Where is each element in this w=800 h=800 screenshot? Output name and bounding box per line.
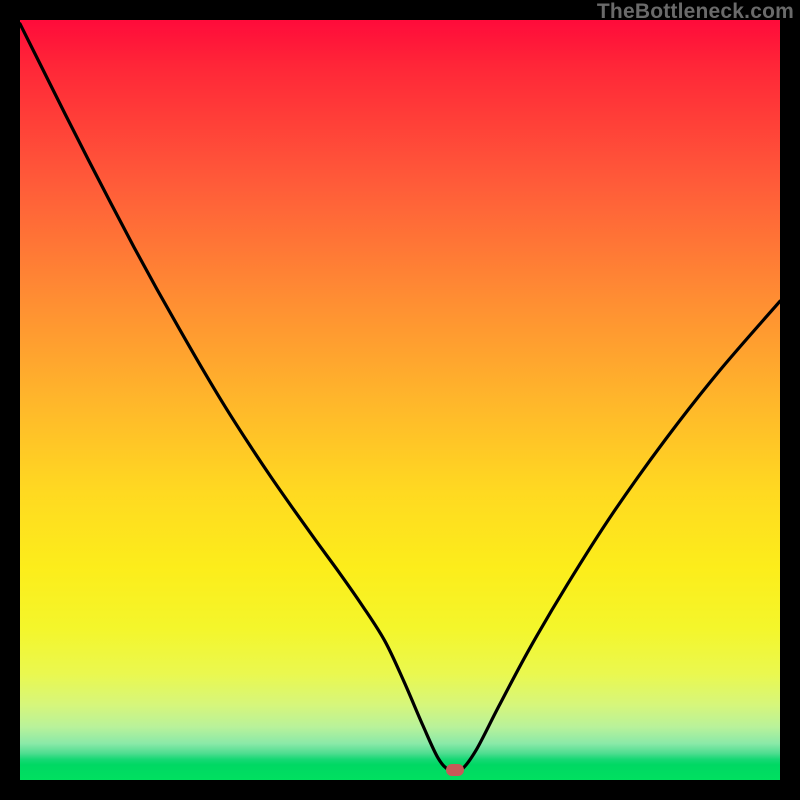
bottleneck-curve — [20, 20, 780, 780]
plot-area — [20, 20, 780, 780]
chart-frame: TheBottleneck.com — [0, 0, 800, 800]
watermark-text: TheBottleneck.com — [597, 0, 794, 24]
optimal-marker — [446, 764, 464, 776]
